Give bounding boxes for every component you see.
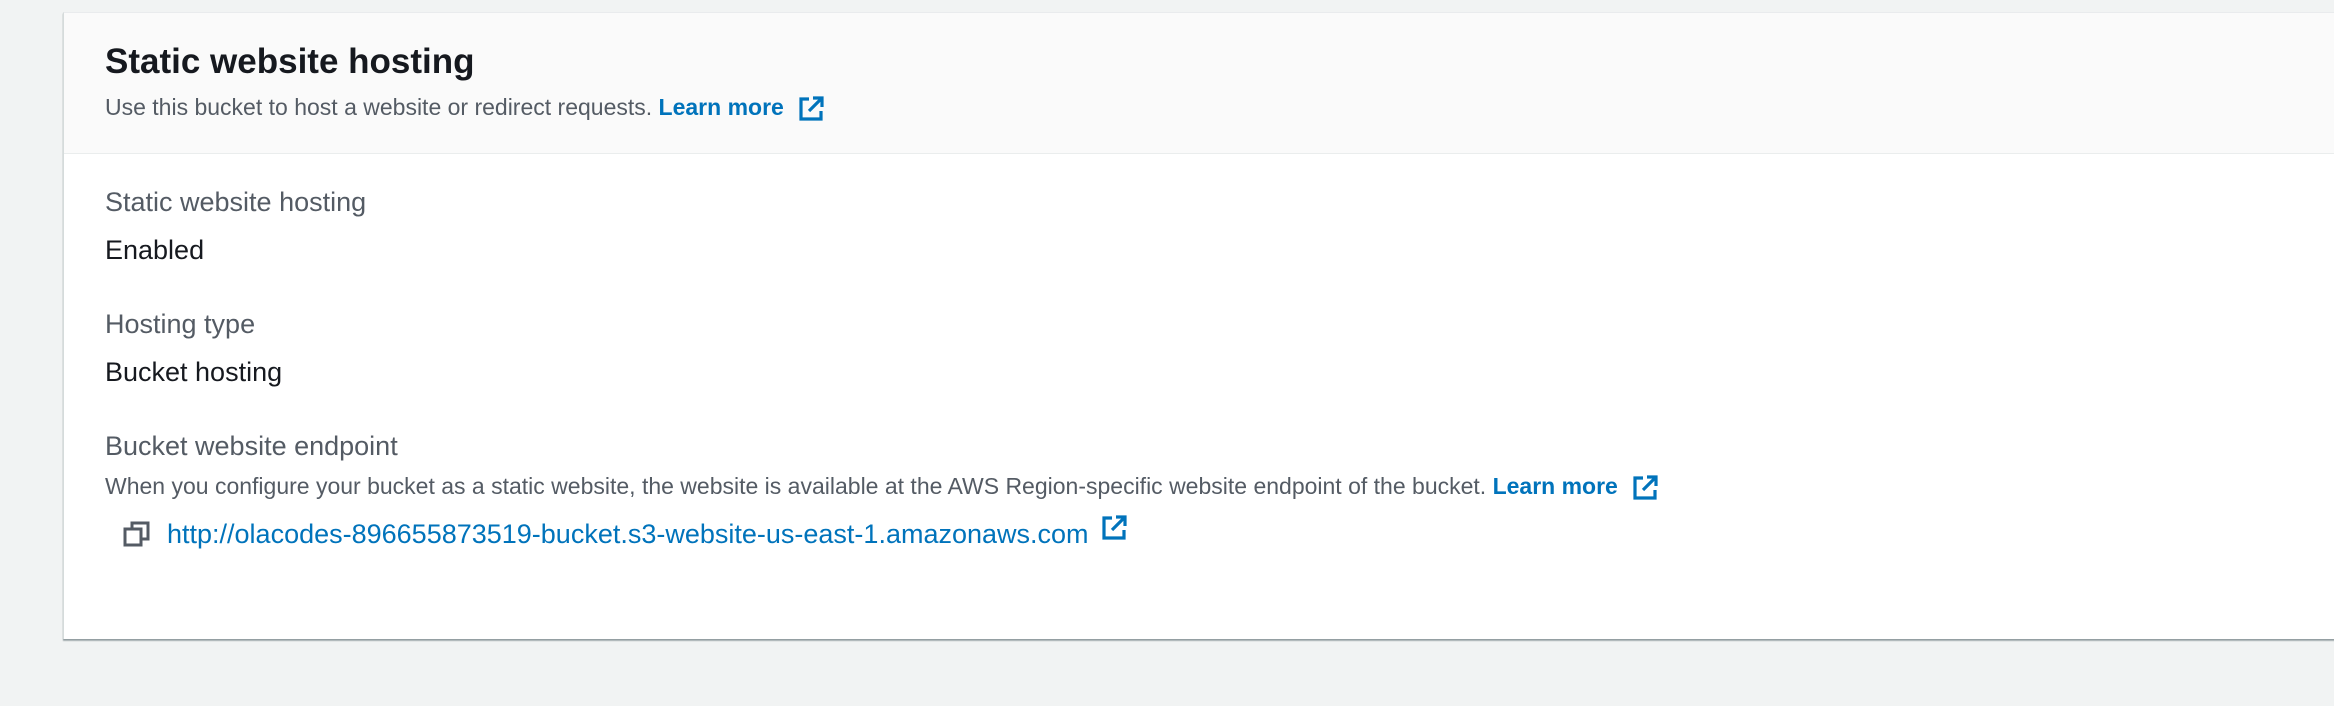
endpoint-learn-more-link[interactable]: Learn more [1493, 470, 1618, 502]
panel-title: Static website hosting [105, 42, 475, 81]
field-value: Bucket hosting [105, 357, 283, 387]
panel-body: Static website hosting Enabled Hosting t… [64, 154, 2334, 552]
field-hosting-type: Hosting type Bucket hosting [105, 306, 2334, 390]
field-value: Enabled [105, 235, 205, 265]
learn-more-link[interactable]: Learn more [659, 91, 784, 123]
external-link-icon[interactable] [1630, 473, 1660, 503]
field-label: Static website hosting [105, 187, 367, 217]
field-label: Hosting type [105, 309, 256, 339]
field-bucket-website-endpoint: Bucket website endpoint When you configu… [105, 428, 2334, 552]
copy-icon [123, 521, 150, 547]
field-label: Bucket website endpoint [105, 431, 398, 461]
panel-header: Static website hosting Use this bucket t… [64, 13, 2334, 154]
endpoint-row: http://olacodes-896655873519-bucket.s3-w… [105, 513, 2334, 552]
endpoint-url-link[interactable]: http://olacodes-896655873519-bucket.s3-w… [167, 516, 1089, 552]
field-static-website-hosting: Static website hosting Enabled [105, 184, 2334, 268]
panel-description: Use this bucket to host a website or red… [105, 91, 2334, 123]
external-link-icon[interactable] [796, 94, 826, 124]
panel-description-text: Use this bucket to host a website or red… [105, 94, 653, 120]
endpoint-description-text: When you configure your bucket as a stat… [105, 473, 1487, 499]
static-website-hosting-panel: Static website hosting Use this bucket t… [63, 12, 2334, 639]
endpoint-description: When you configure your bucket as a stat… [105, 470, 2334, 502]
copy-button[interactable] [119, 516, 155, 552]
external-link-icon[interactable] [1099, 513, 1129, 543]
